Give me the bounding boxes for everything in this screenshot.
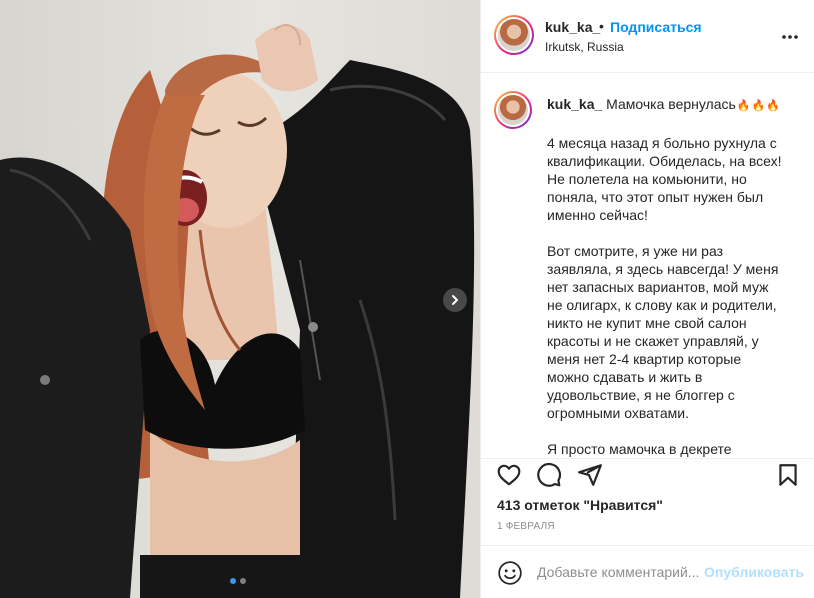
follow-button[interactable]: Подписаться — [610, 19, 702, 35]
comment-input[interactable] — [537, 561, 699, 583]
carousel-dot — [240, 578, 246, 584]
publish-button[interactable]: Опубликовать — [704, 564, 804, 580]
photo-illustration — [0, 24, 475, 598]
fire-emoji: 🔥🔥🔥 — [736, 100, 781, 112]
post-date[interactable]: 1 ФЕВРАЛЯ — [497, 521, 555, 532]
smiley-icon[interactable] — [497, 560, 523, 586]
carousel-dot-active — [230, 578, 236, 584]
caption-username[interactable]: kuk_ka_ — [547, 96, 602, 112]
location-link[interactable]: Irkutsk, Russia — [545, 40, 624, 54]
comment-icon[interactable] — [536, 462, 562, 488]
separator-dot: • — [599, 18, 604, 34]
heart-icon[interactable] — [496, 462, 522, 488]
username-link[interactable]: kuk_ka_ — [545, 19, 600, 35]
post-header: kuk_ka_ • Подписаться Irkutsk, Russia — [481, 0, 814, 73]
post-photo[interactable] — [0, 0, 480, 598]
caption-avatar[interactable] — [494, 91, 532, 129]
caption-text: 4 месяца назад я больно рухнула с квалиф… — [547, 135, 782, 457]
caption-heading: kuk_ka_ Мамочка вернулась🔥🔥🔥 — [547, 96, 781, 112]
chevron-right-icon — [452, 295, 458, 305]
next-slide-button[interactable] — [443, 288, 467, 312]
post-details-panel: kuk_ka_ • Подписаться Irkutsk, Russia ku… — [480, 0, 814, 598]
avatar[interactable] — [494, 15, 534, 55]
caption-section: kuk_ka_ Мамочка вернулась🔥🔥🔥 4 месяца на… — [481, 74, 814, 458]
comment-bar: Опубликовать — [481, 545, 814, 598]
likes-count[interactable]: 413 отметок "Нравится" — [497, 497, 663, 513]
bookmark-icon[interactable] — [775, 462, 801, 488]
paper-plane-icon[interactable] — [577, 462, 603, 488]
caption-title: Мамочка вернулась — [606, 96, 736, 112]
action-bar — [481, 458, 814, 498]
carousel-indicator — [230, 578, 246, 584]
more-dots-icon[interactable] — [780, 27, 800, 47]
